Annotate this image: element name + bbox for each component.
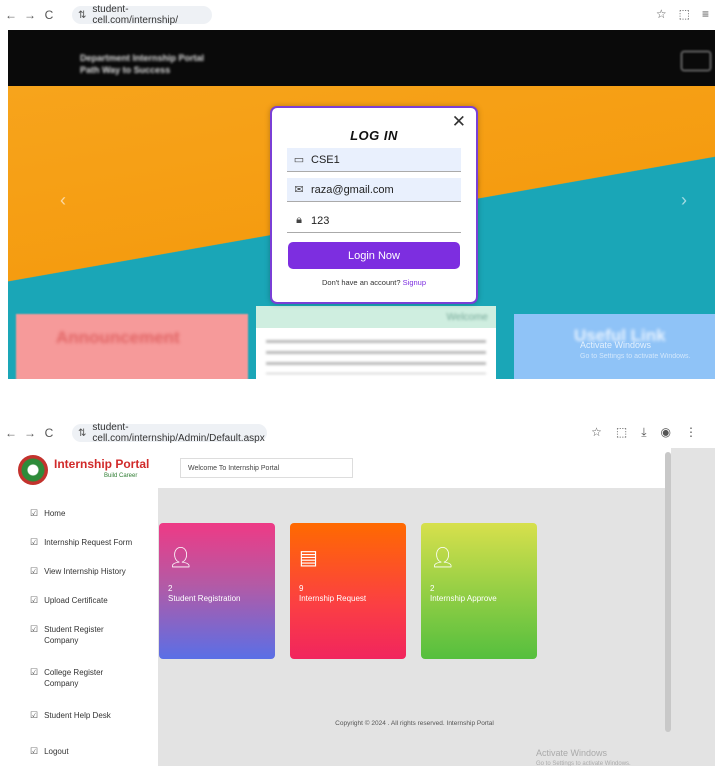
checkbox-icon: ☑	[30, 710, 39, 720]
url-text: student-cell.com/internship/	[92, 4, 178, 26]
password-field[interactable]: 🔒︎ 123	[287, 209, 461, 233]
internship-approve-tile[interactable]: 👤︎ 2 Internship Approve	[421, 523, 537, 659]
checkbox-icon: ☑	[30, 746, 39, 756]
sidebar-item-student-help-desk[interactable]: ☑ Student Help Desk	[8, 710, 158, 721]
activate-windows-watermark: Activate Windows Go to Settings to activ…	[536, 748, 631, 766]
announcement-card: Announcement	[16, 314, 248, 379]
menu-icon[interactable]: ⋮	[685, 425, 697, 440]
header-button[interactable]	[681, 51, 711, 71]
url-text: student-cell.com/internship/Admin/Defaul…	[92, 422, 265, 444]
checkbox-icon: ☑	[30, 624, 39, 634]
site-info-icon[interactable]: ⇅	[78, 428, 86, 439]
internship-request-tile[interactable]: ▤ 9 Internship Request	[290, 523, 406, 659]
signup-prompt: Don't have an account? Signup	[321, 278, 427, 287]
extensions-icon[interactable]: ⬚	[679, 7, 690, 21]
tile-count: 9	[299, 584, 304, 593]
sidebar-item-college-register-company[interactable]: ☑ College Register Company	[8, 667, 128, 689]
logo-emblem-icon	[18, 455, 48, 485]
tile-count: 2	[430, 584, 435, 593]
browser-toolbar: ← → C ⇅ student-cell.com/internship/Admi…	[0, 418, 715, 448]
checkbox-icon: ☑	[30, 508, 39, 518]
user-icon: 👤︎	[168, 547, 194, 569]
sidebar-item-logout[interactable]: ☑ Logout	[8, 746, 158, 757]
portal-logo[interactable]: Internship Portal Build Career	[18, 452, 152, 488]
student-registration-tile[interactable]: 👤︎ 2 Student Registration	[159, 523, 275, 659]
login-button[interactable]: Login Now	[288, 242, 460, 269]
checkbox-icon: ☑	[30, 667, 39, 677]
username-field[interactable]: ▭ CSE1	[287, 148, 461, 172]
welcome-text	[266, 340, 486, 374]
sidebar-item-upload-certificate[interactable]: ☑ Upload Certificate	[8, 595, 158, 606]
footer-copyright: Copyright © 2024 . All rights reserved. …	[335, 720, 494, 727]
tile-label: Internship Request	[299, 594, 367, 603]
tile-label: Internship Approve	[430, 594, 497, 603]
address-bar[interactable]: ⇅ student-cell.com/internship/	[72, 4, 212, 26]
site-brand: Department Internship Portal Path Way to…	[80, 53, 205, 75]
forward-icon[interactable]: →	[22, 426, 38, 440]
profile-icon[interactable]: ◉	[661, 425, 671, 440]
forward-icon[interactable]: →	[22, 8, 38, 22]
carousel-next-icon[interactable]: ›	[681, 190, 687, 211]
address-bar[interactable]: ⇅ student-cell.com/internship/Admin/Defa…	[72, 422, 267, 444]
welcome-banner: Welcome To Internship Portal	[180, 458, 353, 478]
activate-windows-watermark: Activate Windows Go to Settings to activ…	[580, 340, 691, 360]
star-icon[interactable]: ☆	[591, 425, 602, 440]
sidebar-item-home[interactable]: ☑ Home	[8, 508, 158, 519]
sidebar: Internship Portal Build Career ☑ Home ☑ In…	[8, 448, 158, 766]
login-modal: ✕ LOG IN ▭ CSE1 ✉ raza@gmail.com 🔒︎ 123 …	[270, 106, 478, 304]
lock-icon: 🔒︎	[296, 214, 302, 226]
back-icon[interactable]: ←	[3, 426, 19, 440]
checkbox-icon: ☑	[30, 566, 39, 576]
id-card-icon: ▭	[293, 154, 305, 166]
browser-toolbar: ← → C ⇅ student-cell.com/internship/ ☆ ⬚…	[0, 0, 715, 30]
reload-icon[interactable]: C	[41, 426, 57, 440]
site-info-icon[interactable]: ⇅	[78, 10, 86, 21]
checkbox-icon: ☑	[30, 537, 39, 547]
checkbox-icon: ☑	[30, 595, 39, 605]
scrollbar[interactable]	[665, 452, 671, 732]
calendar-icon: ▤	[299, 547, 318, 569]
login-title: LOG IN	[350, 128, 398, 143]
extensions-icon[interactable]: ⬚	[616, 425, 627, 440]
download-icon[interactable]: ⤓	[641, 425, 646, 440]
back-icon[interactable]: ←	[3, 8, 19, 22]
signup-link[interactable]: Signup	[403, 278, 426, 287]
tile-count: 2	[168, 584, 173, 593]
email-field[interactable]: ✉ raza@gmail.com	[287, 178, 461, 202]
sidebar-item-view-internship-history[interactable]: ☑ View Internship History	[8, 566, 158, 577]
carousel-prev-icon[interactable]: ‹	[60, 190, 66, 211]
login-screenshot: ← → C ⇅ student-cell.com/internship/ ☆ ⬚…	[0, 0, 715, 379]
top-header: Welcome To Internship Portal	[158, 448, 671, 488]
sidebar-item-student-register-company[interactable]: ☑ Student Register Company	[8, 624, 128, 646]
reload-icon[interactable]: C	[41, 8, 57, 22]
welcome-card: Welcome	[256, 306, 496, 379]
mail-icon: ✉	[294, 184, 304, 196]
admin-dashboard-screenshot: ← → C ⇅ student-cell.com/internship/Admi…	[0, 418, 715, 766]
admin-page: Internship Portal Build Career ☑ Home ☑ In…	[8, 448, 715, 766]
tile-label: Student Registration	[168, 594, 241, 603]
star-icon[interactable]: ☆	[656, 7, 667, 21]
user-icon: 👤︎	[430, 547, 456, 569]
site-header: Department Internship Portal Path Way to…	[8, 30, 715, 86]
reading-list-icon[interactable]: ≡	[702, 7, 709, 21]
sidebar-item-internship-request-form[interactable]: ☑ Internship Request Form	[8, 537, 158, 548]
